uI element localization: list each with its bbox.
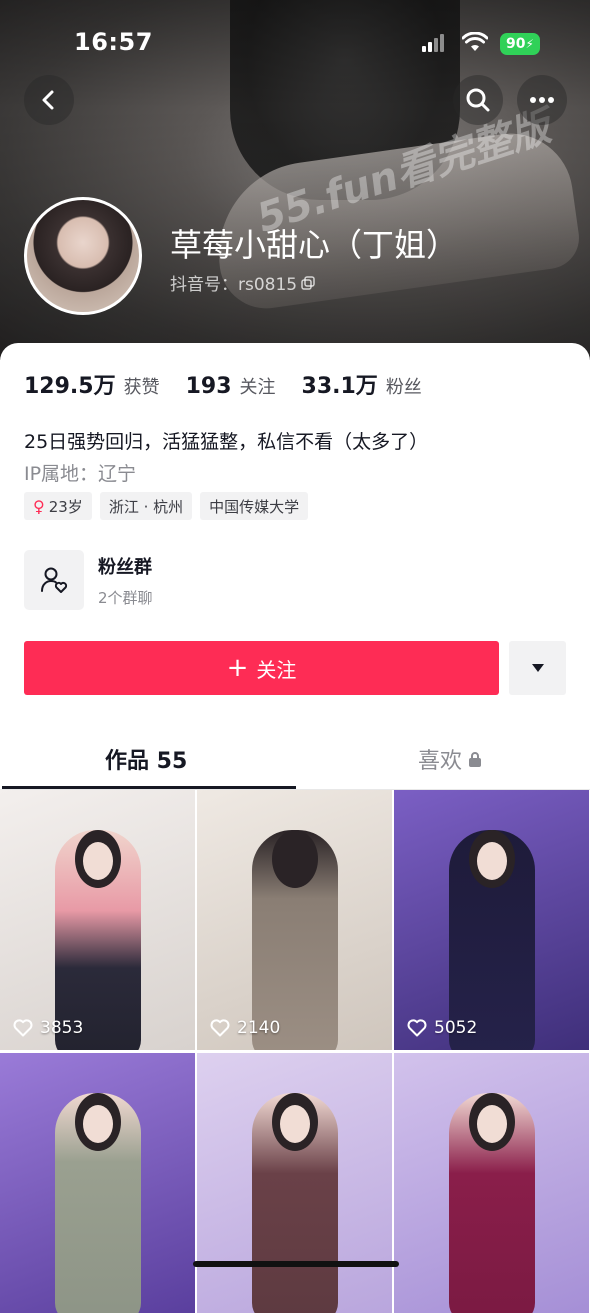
video-thumbnail[interactable]	[394, 1053, 589, 1313]
tab-likes[interactable]: 喜欢	[418, 743, 482, 775]
bolt-icon: ⚡	[525, 37, 534, 51]
tab-works-label: 作品 55	[105, 749, 188, 774]
tag-school[interactable]: 中国传媒大学	[200, 492, 309, 520]
heart-icon	[13, 1019, 33, 1037]
tag-location[interactable]: 浙江 · 杭州	[99, 492, 193, 520]
tab-likes-label: 喜欢	[418, 749, 463, 774]
thumbnail-head	[271, 830, 318, 888]
video-likes-count: 5052	[434, 1018, 478, 1038]
avatar[interactable]	[24, 197, 142, 315]
douyin-id[interactable]: 抖音号：rs0815	[170, 270, 315, 295]
chevron-left-icon	[42, 90, 54, 110]
thumbnail-face	[476, 842, 507, 880]
more-dots-icon	[530, 97, 554, 103]
thumbnail-face	[82, 1105, 113, 1143]
plus-icon: +	[226, 653, 249, 683]
thumbnail-face	[82, 842, 113, 880]
tag-age-text: 23岁	[48, 497, 83, 516]
tab-works[interactable]: 作品 55	[105, 743, 187, 775]
profile-bio: 25日强势回归，活猛猛整，私信不看（太多了）	[24, 431, 429, 453]
profile-name: 草莓小甜心（丁姐）	[170, 226, 459, 264]
female-icon: ♀	[33, 496, 45, 516]
fan-group-title: 粉丝群	[98, 556, 152, 578]
battery-indicator: 90 ⚡	[500, 33, 540, 55]
follow-button[interactable]: + 关注	[24, 641, 499, 695]
active-tab-indicator	[2, 786, 296, 789]
stat-label: 粉丝	[385, 377, 422, 398]
stat-label: 关注	[239, 377, 276, 398]
stat-following[interactable]: 193 关注	[186, 373, 276, 399]
heart-icon	[210, 1019, 230, 1037]
profile-tabs: 作品 55 喜欢	[0, 733, 590, 790]
copy-icon[interactable]	[301, 275, 315, 290]
tag-school-text: 中国传媒大学	[209, 497, 300, 516]
fan-group[interactable]: 粉丝群 2个群聊	[24, 550, 153, 610]
more-button[interactable]	[517, 75, 567, 125]
video-thumbnail[interactable]: 5052	[394, 790, 589, 1050]
stat-value: 33.1万	[301, 374, 378, 399]
search-icon	[466, 88, 490, 112]
video-thumbnail[interactable]	[197, 1053, 392, 1313]
video-likes: 5052	[407, 1018, 477, 1038]
video-thumbnail[interactable]: 2140	[197, 790, 392, 1050]
ip-location: IP属地：辽宁	[24, 463, 137, 485]
video-thumbnail[interactable]	[0, 1053, 195, 1313]
video-likes-count: 3853	[40, 1018, 84, 1038]
follow-label: 关注	[256, 657, 297, 682]
home-indicator[interactable]	[193, 1261, 399, 1267]
stat-value: 193	[185, 374, 232, 399]
thumbnail-face	[279, 1105, 310, 1143]
fan-group-subtitle: 2个群聊	[98, 588, 153, 607]
stat-label: 获赞	[123, 377, 160, 398]
signal-icon	[422, 34, 444, 52]
more-options-dropdown[interactable]	[509, 641, 566, 695]
douyin-id-text: 抖音号：rs0815	[170, 275, 298, 295]
wifi-icon	[462, 32, 488, 51]
tag-location-text: 浙江 · 杭州	[108, 497, 184, 516]
profile-stats: 129.5万 获赞 193 关注 33.1万 粉丝	[24, 368, 448, 400]
status-time: 16:57	[74, 28, 153, 56]
tag-age: ♀ 23岁	[24, 492, 92, 520]
stat-followers[interactable]: 33.1万 粉丝	[302, 368, 422, 400]
back-button[interactable]	[24, 75, 74, 125]
profile-tags: ♀ 23岁 浙江 · 杭州 中国传媒大学	[24, 492, 309, 520]
thumbnail-face	[476, 1105, 507, 1143]
lock-icon	[469, 752, 482, 767]
fan-group-icon	[24, 550, 84, 610]
video-likes: 3853	[13, 1018, 83, 1038]
heart-icon	[407, 1019, 427, 1037]
video-likes-count: 2140	[237, 1018, 281, 1038]
video-thumbnail[interactable]: 3853	[0, 790, 195, 1050]
caret-down-icon	[531, 664, 544, 672]
search-button[interactable]	[453, 75, 503, 125]
stat-value: 129.5万	[24, 374, 116, 399]
video-likes: 2140	[210, 1018, 280, 1038]
stat-likes[interactable]: 129.5万 获赞	[24, 368, 160, 400]
